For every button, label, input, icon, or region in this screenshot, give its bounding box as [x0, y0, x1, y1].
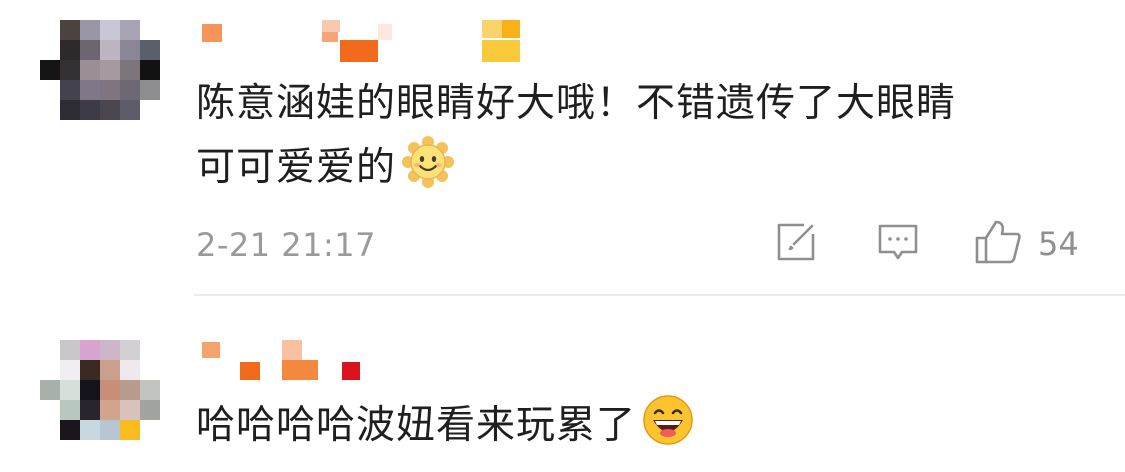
divider — [194, 294, 1125, 296]
comment-text-line-1: 哈哈哈哈波妞看来玩累了 — [196, 403, 637, 448]
laughing-face-emoji-icon — [642, 394, 694, 466]
comment-button[interactable] — [876, 222, 920, 266]
comment-text: 哈哈哈哈波妞看来玩累了 — [196, 394, 694, 466]
comment-text-line: 陈意涵娃的眼睛好大哦！不错遗传了大眼睛 — [196, 81, 957, 126]
comment-text-line: 可可爱爱的 — [196, 136, 956, 208]
like-button[interactable]: 54 — [974, 220, 1079, 266]
comment-icon — [876, 220, 920, 268]
username[interactable] — [196, 18, 536, 62]
comment-item: 哈哈哈哈波妞看来玩累了 — [0, 300, 1125, 472]
comment-text-line-2: 可可爱爱的 — [196, 145, 397, 190]
comment-text-line: 哈哈哈哈波妞看来玩累了 — [196, 394, 694, 466]
username[interactable] — [196, 338, 536, 380]
avatar[interactable] — [40, 340, 160, 440]
avatar[interactable] — [40, 20, 160, 120]
share-icon — [774, 220, 818, 268]
comment-item: 陈意涵娃的眼睛好大哦！不错遗传了大眼睛 可可爱爱的 2-21 21:17 54 — [0, 0, 1125, 296]
timestamp: 2-21 21:17 — [196, 226, 377, 264]
like-icon — [974, 218, 1022, 270]
sun-face-emoji-icon — [402, 136, 455, 208]
comment-text: 陈意涵娃的眼睛好大哦！不错遗传了大眼睛 可可爱爱的 — [196, 72, 956, 208]
like-count: 54 — [1038, 225, 1079, 263]
share-button[interactable] — [774, 222, 818, 266]
